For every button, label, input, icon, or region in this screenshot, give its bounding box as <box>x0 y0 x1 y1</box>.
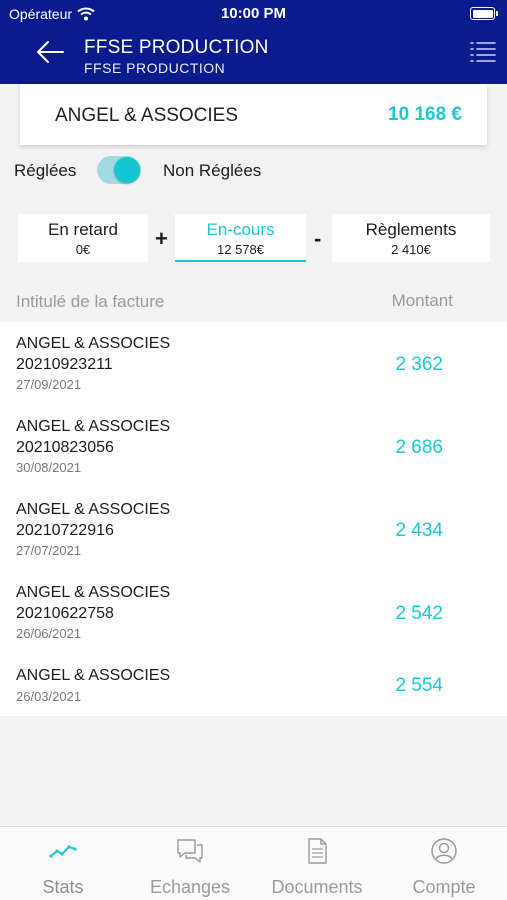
invoice-number: 20210722916 <box>16 522 114 539</box>
invoice-date: 30/08/2021 <box>16 460 82 475</box>
toggle-label-settled: Réglées <box>14 161 77 180</box>
page-subtitle: FFSE PRODUCTION <box>84 60 226 76</box>
invoice-client-name: ANGEL & ASSOCIES <box>16 418 171 435</box>
minus-operator: - <box>314 226 322 251</box>
invoice-number: 20210622758 <box>16 605 114 622</box>
tab-account-label: Compte <box>412 877 476 897</box>
chat-icon <box>177 839 203 863</box>
column-header-amount: Montant <box>391 291 453 310</box>
navigation-bar: FFSE PRODUCTION FFSE PRODUCTION <box>0 28 507 84</box>
plus-operator: + <box>155 226 168 251</box>
tab-stats[interactable]: Stats <box>0 827 126 900</box>
invoice-row[interactable]: ANGEL & ASSOCIES 20210923211 27/09/2021 … <box>0 322 507 402</box>
invoice-amount: 2 554 <box>395 675 443 696</box>
tab-exchanges[interactable]: Echanges <box>127 827 253 900</box>
tab-exchanges-label: Echanges <box>149 877 231 897</box>
filter-late-label: En retard <box>48 220 118 239</box>
back-arrow-icon[interactable] <box>33 38 67 66</box>
filter-late-value: 0€ <box>75 242 91 257</box>
list-menu-icon[interactable] <box>469 40 497 64</box>
status-bar: Opérateur 10:00 PM <box>0 0 507 28</box>
column-header-title: Intitulé de la facture <box>16 292 165 311</box>
invoice-date: 27/07/2021 <box>16 543 82 558</box>
invoice-client-name: ANGEL & ASSOCIES <box>16 335 171 352</box>
account-icon <box>431 838 457 864</box>
client-summary-card: ANGEL & ASSOCIES 10 168 € <box>20 84 487 145</box>
invoice-client-name: ANGEL & ASSOCIES <box>16 667 171 684</box>
tab-documents-label: Documents <box>271 877 363 897</box>
document-icon <box>308 838 327 864</box>
client-total-amount: 10 168 € <box>388 104 462 125</box>
stats-icon <box>49 845 77 858</box>
filter-payments-value: 2 410€ <box>391 242 431 257</box>
tab-documents[interactable]: Documents <box>254 827 380 900</box>
invoice-date: 26/03/2021 <box>16 689 82 704</box>
toggle-knob <box>114 157 140 183</box>
invoice-row[interactable]: ANGEL & ASSOCIES 20210622758 26/06/2021 … <box>0 571 507 651</box>
tab-stats-label: Stats <box>42 877 84 897</box>
invoice-row[interactable]: ANGEL & ASSOCIES 20210823056 30/08/2021 … <box>0 405 507 485</box>
invoice-client-name: ANGEL & ASSOCIES <box>16 501 171 518</box>
invoice-amount: 2 686 <box>395 437 443 458</box>
status-time: 10:00 PM <box>220 5 287 22</box>
invoice-number: 20210823056 <box>16 439 114 456</box>
toggle-label-unsettled: Non Réglées <box>163 161 262 180</box>
invoice-amount: 2 542 <box>395 603 443 624</box>
filter-late[interactable]: En retard 0€ <box>18 214 148 262</box>
invoice-date: 26/06/2021 <box>16 626 82 641</box>
invoice-date: 27/09/2021 <box>16 377 82 392</box>
battery-icon <box>470 7 498 20</box>
invoice-client-name: ANGEL & ASSOCIES <box>16 584 171 601</box>
invoice-row[interactable]: ANGEL & ASSOCIES 20210722916 27/07/2021 … <box>0 488 507 568</box>
settled-toggle-switch[interactable] <box>97 156 141 184</box>
invoice-row[interactable]: ANGEL & ASSOCIES 26/03/2021 2 554 <box>0 654 507 716</box>
invoice-amount: 2 434 <box>395 520 443 541</box>
tab-account[interactable]: Compte <box>381 827 507 900</box>
filter-in-progress[interactable]: En-cours 12 578€ <box>175 214 306 262</box>
filter-in-progress-value: 12 578€ <box>217 242 264 257</box>
bottom-tab-bar: Stats Echanges Documents Compte <box>0 826 507 900</box>
invoice-list: ANGEL & ASSOCIES 20210923211 27/09/2021 … <box>0 322 507 716</box>
settled-toggle-row: Réglées Non Réglées <box>0 155 507 187</box>
client-name: ANGEL & ASSOCIES <box>55 105 239 126</box>
invoice-amount: 2 362 <box>395 354 443 375</box>
invoice-table-header: Intitulé de la facture Montant <box>0 288 507 316</box>
invoice-number: 20210923211 <box>16 356 113 373</box>
filter-in-progress-label: En-cours <box>206 220 275 239</box>
filter-payments[interactable]: Règlements 2 410€ <box>332 214 490 262</box>
filter-payments-label: Règlements <box>365 220 457 239</box>
page-title: FFSE PRODUCTION <box>84 37 269 58</box>
